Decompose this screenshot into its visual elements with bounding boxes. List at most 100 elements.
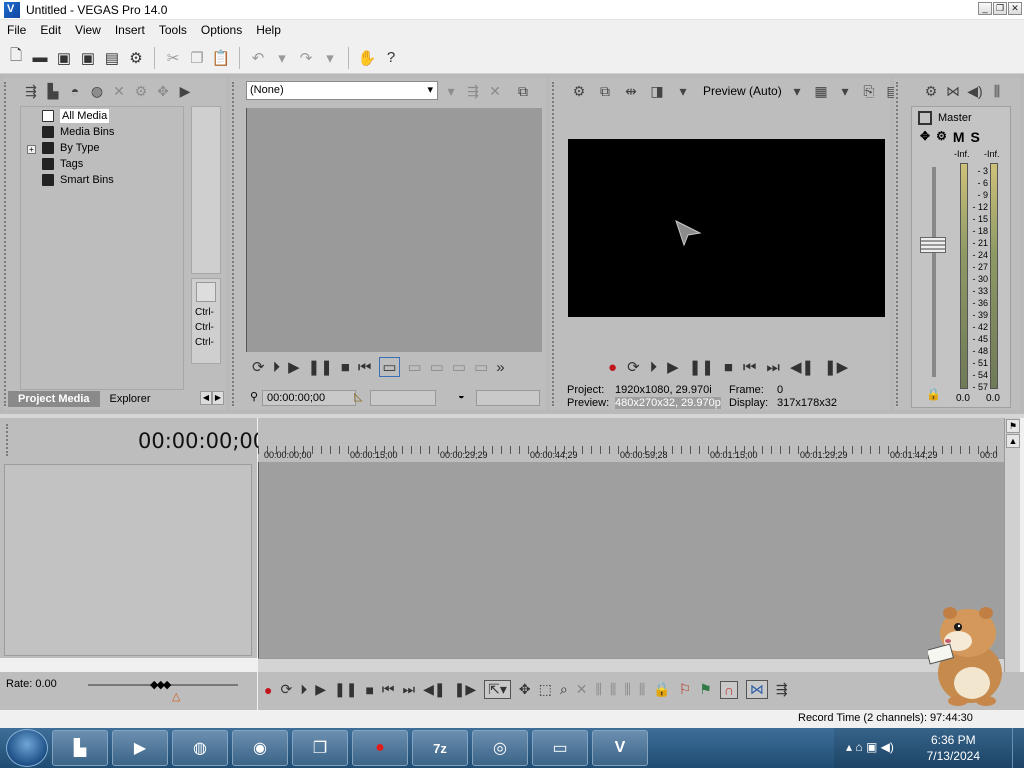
save-as-icon[interactable]: ▣ [78, 48, 98, 68]
trim-icon[interactable]: ⫼ [595, 681, 601, 698]
loop-playback-icon[interactable]: ⟳ [627, 358, 640, 376]
remove-media-icon[interactable]: ✕ [110, 83, 128, 100]
enable-snapping-icon[interactable]: ✋ [357, 48, 377, 68]
cut-icon[interactable]: ✂ [163, 48, 183, 68]
mixer-faders-icon[interactable]: ⫼ [988, 83, 1006, 100]
taskbar-app2-icon[interactable]: ◍ [172, 730, 228, 766]
preview-quality-dropdown-icon[interactable]: ▾ [788, 83, 806, 100]
timeline-ruler[interactable]: 00:00:00;00 00:00:15;00 00:00:29;29 00:0… [258, 418, 1004, 462]
pause-icon[interactable]: ❚❚ [308, 358, 333, 376]
play-from-start-icon[interactable]: ⏵ [273, 359, 281, 376]
menu-tools[interactable]: Tools [152, 23, 194, 37]
marker-flag-icon[interactable]: ⚑ [1006, 419, 1020, 433]
tab-explorer[interactable]: Explorer [100, 391, 161, 407]
preview-quality-select[interactable]: Preview (Auto) [703, 84, 782, 98]
menu-options[interactable]: Options [194, 23, 249, 37]
previous-frame-icon[interactable]: ◀❚ [423, 681, 446, 698]
pause-icon[interactable]: ❚❚ [689, 358, 714, 376]
play-from-start-icon[interactable]: ⏵ [300, 681, 307, 698]
auto-ripple-icon[interactable]: ⇶ [776, 681, 788, 698]
trimmer-view[interactable] [246, 108, 542, 352]
taskbar-terminal-icon[interactable]: ▭ [532, 730, 588, 766]
taskbar-windows-icon[interactable]: ❐ [292, 730, 348, 766]
save-icon[interactable]: ▣ [54, 48, 74, 68]
trimmer-selection-end[interactable] [476, 390, 540, 406]
normal-edit-tool-icon[interactable]: ⇱▾ [484, 680, 511, 699]
menu-view[interactable]: View [68, 23, 108, 37]
master-fx-gear-icon[interactable]: ⚙ [922, 83, 940, 100]
auto-crossfade-icon[interactable]: ⋈ [745, 680, 768, 699]
snapping-magnet-icon[interactable]: ∩ [719, 680, 738, 699]
taskbar-recorder-icon[interactable]: ● [352, 730, 408, 766]
trimmer-layout-icon[interactable]: ⧉ [514, 83, 532, 100]
overlays-dropdown-icon[interactable]: ▾ [836, 83, 854, 100]
scroll-up-icon[interactable]: ▲ [1006, 434, 1020, 448]
speaker-icon[interactable]: ◀) [966, 83, 984, 100]
stop-icon[interactable]: ■ [341, 359, 350, 376]
pane-gripper[interactable] [6, 424, 12, 456]
next-frame-icon[interactable]: ❚▶ [824, 358, 848, 376]
trimmer-selection-length[interactable] [370, 390, 436, 406]
auto-preview-icon[interactable]: ✥ [154, 83, 172, 100]
solo-button[interactable]: S [971, 129, 980, 145]
play-icon[interactable]: ▶ [315, 681, 326, 698]
play-icon[interactable]: ▶ [288, 358, 300, 376]
record-icon[interactable]: ● [264, 682, 272, 698]
media-list-area[interactable] [191, 106, 221, 274]
video-preview-screen[interactable] [568, 139, 885, 317]
master-fx-bypass-icon[interactable] [918, 111, 932, 125]
copy-snapshot-icon[interactable]: ⎘ [860, 83, 878, 100]
loop-playback-icon[interactable]: ⟳ [280, 681, 292, 698]
play-icon[interactable]: ▶ [667, 358, 679, 376]
render-icon[interactable]: ▤ [102, 48, 122, 68]
tree-item-tags[interactable]: Tags [42, 157, 83, 171]
more-controls-icon[interactable]: » [496, 359, 504, 376]
go-to-end-icon[interactable]: ⏭ [766, 359, 780, 376]
web-media-icon[interactable]: ◍ [88, 83, 106, 100]
split-screen-icon[interactable]: ⇹ [622, 83, 640, 100]
tree-item-by-type[interactable]: By Type [42, 141, 100, 155]
go-to-start-icon[interactable]: ⏮ [743, 359, 757, 376]
record-icon[interactable]: ● [608, 359, 617, 376]
trim-end-icon[interactable]: ⫼ [624, 681, 630, 698]
insert-marker-icon[interactable]: ⚐ [679, 681, 692, 698]
previous-frame-icon[interactable]: ◀❚ [790, 358, 814, 376]
tab-right-arrow-icon[interactable]: ▶ [212, 391, 224, 405]
split-dropdown-icon[interactable]: ▾ [674, 83, 692, 100]
taskbar-firefox-icon[interactable]: ◉ [232, 730, 288, 766]
pane-gripper[interactable] [232, 82, 238, 406]
import-media-icon[interactable]: ⇶ [22, 83, 40, 100]
stop-icon[interactable]: ■ [365, 682, 373, 698]
envelope-tool-icon[interactable]: ✥ [519, 681, 531, 698]
whats-this-help-icon[interactable]: ? [381, 48, 401, 68]
open-folder-icon[interactable]: ▬ [30, 48, 50, 68]
lock-icon[interactable]: 🔒 [926, 387, 941, 401]
taskbar-media-player-icon[interactable]: ▶ [112, 730, 168, 766]
menu-help[interactable]: Help [249, 23, 288, 37]
restore-button[interactable]: ❐ [993, 2, 1007, 15]
trimmer-abc-icon[interactable]: ⇶ [464, 83, 482, 100]
search-icon[interactable] [196, 282, 216, 302]
split-mode-icon[interactable]: ◨ [648, 83, 666, 100]
minimize-button[interactable]: _ [978, 2, 992, 15]
go-to-start-icon[interactable]: ⏮ [382, 681, 395, 698]
master-fader-handle[interactable] [920, 237, 946, 253]
system-clock[interactable]: 6:36 PM 7/13/2024 [927, 732, 980, 764]
mute-button[interactable]: M [953, 129, 965, 145]
tree-item-smart-bins[interactable]: Smart Bins [42, 173, 114, 187]
mute-toggle-icon[interactable]: ⋈ [944, 83, 962, 100]
trimmer-source-select[interactable]: (None) [246, 81, 438, 100]
video-output-fx-icon[interactable]: ⚙ [570, 83, 588, 100]
timeline-tracks-area[interactable] [258, 462, 1004, 658]
new-file-icon[interactable]: 🗋 [6, 47, 26, 68]
taskbar-vegas-icon[interactable]: V [592, 730, 648, 766]
timeline-vertical-scrollbar[interactable]: ⚑ ▲ [1004, 418, 1020, 672]
stop-icon[interactable]: ■ [724, 359, 733, 376]
tree-item-media-bins[interactable]: Media Bins [42, 125, 114, 139]
undo-dropdown-icon[interactable]: ▾ [272, 48, 292, 68]
properties-gear-icon[interactable]: ⚙ [126, 48, 146, 68]
tray-icons[interactable]: ▴ ⌂ ▣ ◀) [846, 740, 894, 754]
paste-icon[interactable]: 📋 [211, 48, 231, 68]
tab-project-media[interactable]: Project Media [8, 391, 100, 407]
menu-file[interactable]: File [0, 23, 33, 37]
